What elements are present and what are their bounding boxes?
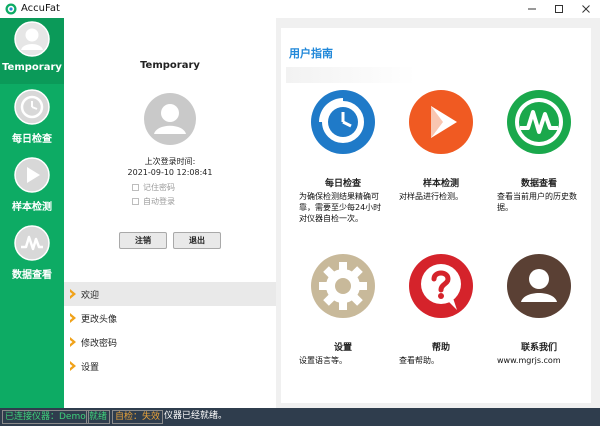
side-menu: 欢迎 更改头像 修改密码 设置 bbox=[64, 280, 276, 408]
menu-item-label: 更改头像 bbox=[81, 314, 118, 325]
last-login-label: 上次登录时间: bbox=[144, 157, 196, 166]
card-title-contact: 联系我们 bbox=[520, 343, 557, 353]
sidebar-nav: Temporary 每日检查 样本检测 数据查看 bbox=[0, 18, 64, 408]
card-desc-help: 查看帮助。 bbox=[399, 356, 439, 365]
card-title-sample-test: 样本检测 bbox=[422, 179, 459, 189]
play-icon bbox=[14, 157, 50, 193]
remember-password-label: 记住密码 bbox=[143, 183, 175, 192]
checkbox-box bbox=[132, 198, 139, 205]
profile-name: Temporary bbox=[140, 60, 200, 71]
nav-label: 数据查看 bbox=[12, 270, 52, 281]
status-bar: 已连接仪器：Demo 就绪 自检：失效 仪器已经就绪。 bbox=[0, 408, 600, 426]
chevron-right-icon bbox=[70, 361, 76, 371]
card-title-daily-check: 每日检查 bbox=[324, 179, 361, 189]
minimize-icon bbox=[527, 8, 536, 10]
avatar-icon bbox=[144, 93, 196, 145]
user-guide-panel: 用户指南 每日检查 为确保检测结果精确可靠，需要至少每24小时对仪器自检一次。 … bbox=[276, 18, 600, 408]
title-bar: AccuFat bbox=[0, 0, 600, 18]
menu-item-welcome[interactable]: 欢迎 bbox=[64, 282, 276, 306]
nav-item-daily-check[interactable]: 每日检查 bbox=[0, 86, 64, 152]
card-title-data-view: 数据查看 bbox=[520, 179, 557, 189]
profile-panel: Temporary 上次登录时间: 2021-09-10 12:08:41 记住… bbox=[64, 18, 276, 280]
nav-item-sample-test[interactable]: 样本检测 bbox=[0, 154, 64, 220]
minimize-button[interactable] bbox=[518, 0, 545, 18]
menu-item-settings[interactable]: 设置 bbox=[64, 354, 276, 378]
menu-item-label: 欢迎 bbox=[81, 290, 100, 301]
chevron-right-icon bbox=[70, 337, 76, 347]
maximize-icon bbox=[554, 5, 563, 13]
menu-item-label: 设置 bbox=[81, 362, 100, 373]
logout-button[interactable]: 注销 bbox=[119, 232, 167, 249]
status-message: 仪器已经就绪。 bbox=[164, 411, 228, 421]
user-icon bbox=[14, 21, 50, 57]
chevron-right-icon bbox=[70, 313, 76, 323]
guide-content: 用户指南 每日检查 为确保检测结果精确可靠，需要至少每24小时对仪器自检一次。 … bbox=[281, 28, 591, 403]
chart-icon bbox=[14, 225, 50, 261]
status-ready: 就绪 bbox=[86, 410, 111, 424]
remember-password-checkbox[interactable]: 记住密码 bbox=[132, 182, 175, 193]
card-desc-data-view: 查看当前用户的历史数据。 bbox=[497, 192, 577, 212]
card-desc-daily-check: 为确保检测结果精确可靠，需要至少每24小时对仪器自检一次。 bbox=[299, 192, 382, 223]
chevron-right-icon bbox=[70, 289, 76, 299]
last-login-time: 2021-09-10 12:08:41 bbox=[127, 168, 213, 177]
nav-label: Temporary bbox=[2, 62, 62, 73]
exit-button[interactable]: 退出 bbox=[173, 232, 221, 249]
app-logo-icon bbox=[5, 3, 17, 15]
close-icon bbox=[581, 5, 590, 13]
menu-item-label: 修改密码 bbox=[81, 338, 118, 349]
question-icon[interactable] bbox=[409, 254, 473, 318]
gear-icon[interactable] bbox=[311, 254, 375, 318]
clock-icon[interactable] bbox=[311, 90, 375, 154]
status-self-check: 自检：失效 bbox=[112, 410, 164, 424]
play-icon[interactable] bbox=[409, 90, 473, 154]
nav-item-temporary[interactable]: Temporary bbox=[0, 18, 64, 84]
checkbox-box bbox=[132, 184, 139, 191]
status-connected: 已连接仪器：Demo bbox=[2, 410, 89, 424]
card-desc-settings: 设置语言等。 bbox=[299, 356, 347, 365]
card-desc-sample-test: 对样品进行检测。 bbox=[399, 192, 463, 201]
auto-login-label: 自动登录 bbox=[143, 197, 175, 206]
chart-icon[interactable] bbox=[507, 90, 571, 154]
window-title: AccuFat bbox=[21, 3, 60, 14]
guide-title: 用户指南 bbox=[289, 47, 333, 60]
clock-icon bbox=[14, 89, 50, 125]
card-title-help: 帮助 bbox=[431, 343, 450, 353]
nav-item-data-view[interactable]: 数据查看 bbox=[0, 222, 64, 288]
card-desc-contact: www.mgrjs.com bbox=[497, 356, 561, 365]
menu-item-change-avatar[interactable]: 更改头像 bbox=[64, 306, 276, 330]
guide-title-divider bbox=[286, 67, 416, 83]
auto-login-checkbox[interactable]: 自动登录 bbox=[132, 196, 175, 207]
contact-icon[interactable] bbox=[507, 254, 571, 318]
card-title-settings: 设置 bbox=[333, 343, 352, 353]
nav-label: 每日检查 bbox=[12, 134, 52, 145]
menu-item-change-password[interactable]: 修改密码 bbox=[64, 330, 276, 354]
close-button[interactable] bbox=[572, 0, 599, 18]
nav-label: 样本检测 bbox=[12, 202, 52, 213]
maximize-button[interactable] bbox=[545, 0, 572, 18]
